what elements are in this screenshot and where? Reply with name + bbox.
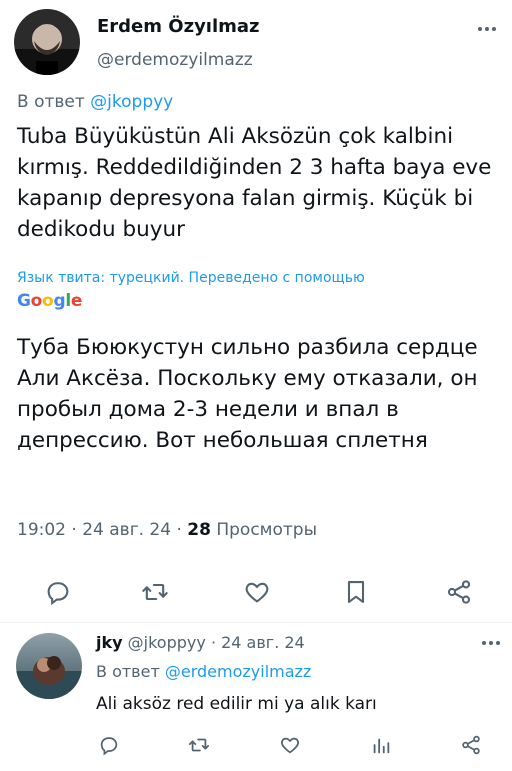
share-icon[interactable] [460,734,482,756]
reply-to-link[interactable]: @erdemozyilmazz [165,662,311,681]
bookmark-icon[interactable] [342,578,370,606]
tweet-time[interactable]: 19:02 [17,520,66,540]
retweet-icon[interactable] [188,734,210,756]
reply-prefix: В ответ [17,92,85,112]
translated-text: Туба Бююкустун сильно разбила сердце Али… [17,335,478,453]
reply-author-avatar[interactable] [16,633,82,699]
tweet-text: Tuba Büyüküstün Ali Aksözün çok kalbini … [17,124,492,242]
reply-icon[interactable] [44,578,72,606]
share-icon[interactable] [445,578,473,606]
views-count: 28 [187,520,211,540]
author-name[interactable]: Erdem Özyılmaz [97,16,260,37]
like-icon[interactable] [243,578,271,606]
translation-note[interactable]: Язык твита: турецкий. Переведено с помощ… [17,270,365,286]
more-options-icon[interactable] [482,641,500,645]
views-label: Просмотры [216,520,318,540]
reply-actions [0,730,512,760]
tweet-date[interactable]: 24 авг. 24 [82,520,171,540]
divider [0,622,512,623]
reply-to-link[interactable]: @jkoppyy [90,92,173,112]
reply-context: В ответ @erdemozyilmazz [96,662,311,681]
reply-icon[interactable] [98,734,120,756]
reply-author-name[interactable]: jky [96,633,123,652]
reply-text: Ali aksöz red edilir mi ya alık karı [96,694,377,714]
like-icon[interactable] [279,734,301,756]
reply-author-handle[interactable]: @jkoppyy [128,633,206,652]
author-handle[interactable]: @erdemozyilmazz [97,50,253,70]
reply-header: jky @jkoppyy · 24 авг. 24 [96,633,305,652]
views-icon[interactable] [370,734,392,756]
reply-context: В ответ @jkoppyy [17,92,173,112]
google-logo: Google [17,291,83,311]
reply-date[interactable]: 24 авг. 24 [221,633,305,652]
author-avatar[interactable] [14,9,80,75]
more-options-icon[interactable] [478,27,496,31]
tweet-meta: 19:02 · 24 авг. 24 · 28 Просмотры [17,520,318,540]
reply-prefix: В ответ [96,662,160,681]
retweet-icon[interactable] [141,578,169,606]
tweet-actions [0,572,512,612]
